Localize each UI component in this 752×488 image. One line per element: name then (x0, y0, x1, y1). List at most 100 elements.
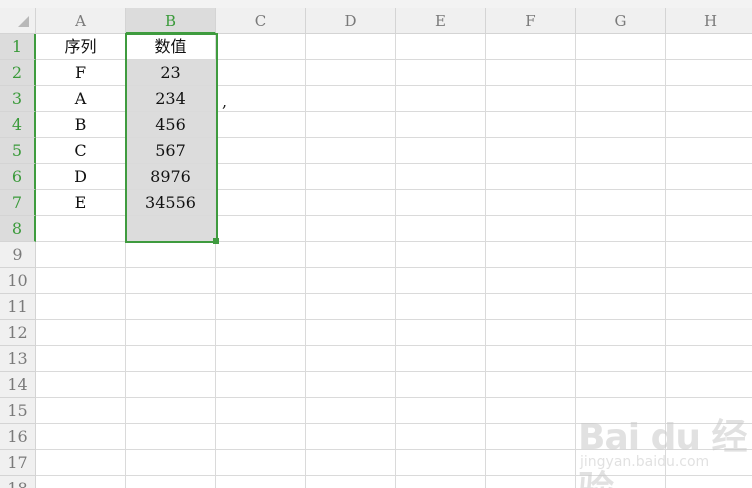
cell-c16[interactable] (216, 424, 306, 450)
cell-e12[interactable] (396, 320, 486, 346)
cell-d16[interactable] (306, 424, 396, 450)
cell-a3[interactable]: A (36, 86, 126, 112)
cell-f8[interactable] (486, 216, 576, 242)
cell-h1[interactable] (666, 34, 752, 60)
cell-g7[interactable] (576, 190, 666, 216)
row-header-5[interactable]: 5 (0, 138, 36, 164)
cell-c6[interactable] (216, 164, 306, 190)
cell-g8[interactable] (576, 216, 666, 242)
cell-d9[interactable] (306, 242, 396, 268)
cell-h5[interactable] (666, 138, 752, 164)
column-header-d[interactable]: D (306, 8, 396, 34)
cell-h12[interactable] (666, 320, 752, 346)
cell-e17[interactable] (396, 450, 486, 476)
row-header-10[interactable]: 10 (0, 268, 36, 294)
cell-a8[interactable] (36, 216, 126, 242)
row-header-11[interactable]: 11 (0, 294, 36, 320)
cell-b3[interactable]: 234 (126, 86, 216, 112)
row-header-8[interactable]: 8 (0, 216, 36, 242)
cell-e13[interactable] (396, 346, 486, 372)
cell-f3[interactable] (486, 86, 576, 112)
cell-b9[interactable] (126, 242, 216, 268)
cell-g13[interactable] (576, 346, 666, 372)
row-header-9[interactable]: 9 (0, 242, 36, 268)
row-header-4[interactable]: 4 (0, 112, 36, 138)
row-header-14[interactable]: 14 (0, 372, 36, 398)
cell-f11[interactable] (486, 294, 576, 320)
row-header-18[interactable]: 18 (0, 476, 36, 488)
cell-f16[interactable] (486, 424, 576, 450)
row-header-2[interactable]: 2 (0, 60, 36, 86)
cell-b17[interactable] (126, 450, 216, 476)
cell-g11[interactable] (576, 294, 666, 320)
row-header-7[interactable]: 7 (0, 190, 36, 216)
cell-c14[interactable] (216, 372, 306, 398)
cell-b6[interactable]: 8976 (126, 164, 216, 190)
cell-d15[interactable] (306, 398, 396, 424)
cell-b14[interactable] (126, 372, 216, 398)
cell-e10[interactable] (396, 268, 486, 294)
cell-g3[interactable] (576, 86, 666, 112)
cell-e4[interactable] (396, 112, 486, 138)
cell-g2[interactable] (576, 60, 666, 86)
cell-b16[interactable] (126, 424, 216, 450)
cell-e1[interactable] (396, 34, 486, 60)
cell-d3[interactable] (306, 86, 396, 112)
cell-c9[interactable] (216, 242, 306, 268)
cell-d12[interactable] (306, 320, 396, 346)
cell-f7[interactable] (486, 190, 576, 216)
cell-g6[interactable] (576, 164, 666, 190)
cell-b7[interactable]: 34556 (126, 190, 216, 216)
cell-a11[interactable] (36, 294, 126, 320)
cell-e7[interactable] (396, 190, 486, 216)
cell-h3[interactable] (666, 86, 752, 112)
column-header-e[interactable]: E (396, 8, 486, 34)
cell-c12[interactable] (216, 320, 306, 346)
cell-f1[interactable] (486, 34, 576, 60)
cell-h11[interactable] (666, 294, 752, 320)
cell-b2[interactable]: 23 (126, 60, 216, 86)
cell-a6[interactable]: D (36, 164, 126, 190)
cell-h10[interactable] (666, 268, 752, 294)
cell-e16[interactable] (396, 424, 486, 450)
row-header-12[interactable]: 12 (0, 320, 36, 346)
cell-d11[interactable] (306, 294, 396, 320)
cell-a1[interactable]: 序列 (36, 34, 126, 60)
cell-d10[interactable] (306, 268, 396, 294)
cell-d2[interactable] (306, 60, 396, 86)
cell-e3[interactable] (396, 86, 486, 112)
cell-a15[interactable] (36, 398, 126, 424)
cell-c2[interactable] (216, 60, 306, 86)
cell-a2[interactable]: F (36, 60, 126, 86)
cell-h4[interactable] (666, 112, 752, 138)
row-header-16[interactable]: 16 (0, 424, 36, 450)
cell-c1[interactable] (216, 34, 306, 60)
cell-g14[interactable] (576, 372, 666, 398)
row-header-6[interactable]: 6 (0, 164, 36, 190)
cell-b4[interactable]: 456 (126, 112, 216, 138)
column-header-a[interactable]: A (36, 8, 126, 34)
cell-f13[interactable] (486, 346, 576, 372)
cell-e15[interactable] (396, 398, 486, 424)
cell-c7[interactable] (216, 190, 306, 216)
cell-h13[interactable] (666, 346, 752, 372)
cell-f18[interactable] (486, 476, 576, 488)
cell-a10[interactable] (36, 268, 126, 294)
cell-a17[interactable] (36, 450, 126, 476)
cell-b13[interactable] (126, 346, 216, 372)
row-header-1[interactable]: 1 (0, 34, 36, 60)
cell-f5[interactable] (486, 138, 576, 164)
cell-a12[interactable] (36, 320, 126, 346)
row-header-15[interactable]: 15 (0, 398, 36, 424)
cell-a18[interactable] (36, 476, 126, 488)
cell-f2[interactable] (486, 60, 576, 86)
cell-h14[interactable] (666, 372, 752, 398)
cell-d6[interactable] (306, 164, 396, 190)
cell-a14[interactable] (36, 372, 126, 398)
cell-e6[interactable] (396, 164, 486, 190)
cell-d14[interactable] (306, 372, 396, 398)
cell-e9[interactable] (396, 242, 486, 268)
select-all-corner[interactable] (0, 8, 36, 34)
cell-b5[interactable]: 567 (126, 138, 216, 164)
cell-g9[interactable] (576, 242, 666, 268)
